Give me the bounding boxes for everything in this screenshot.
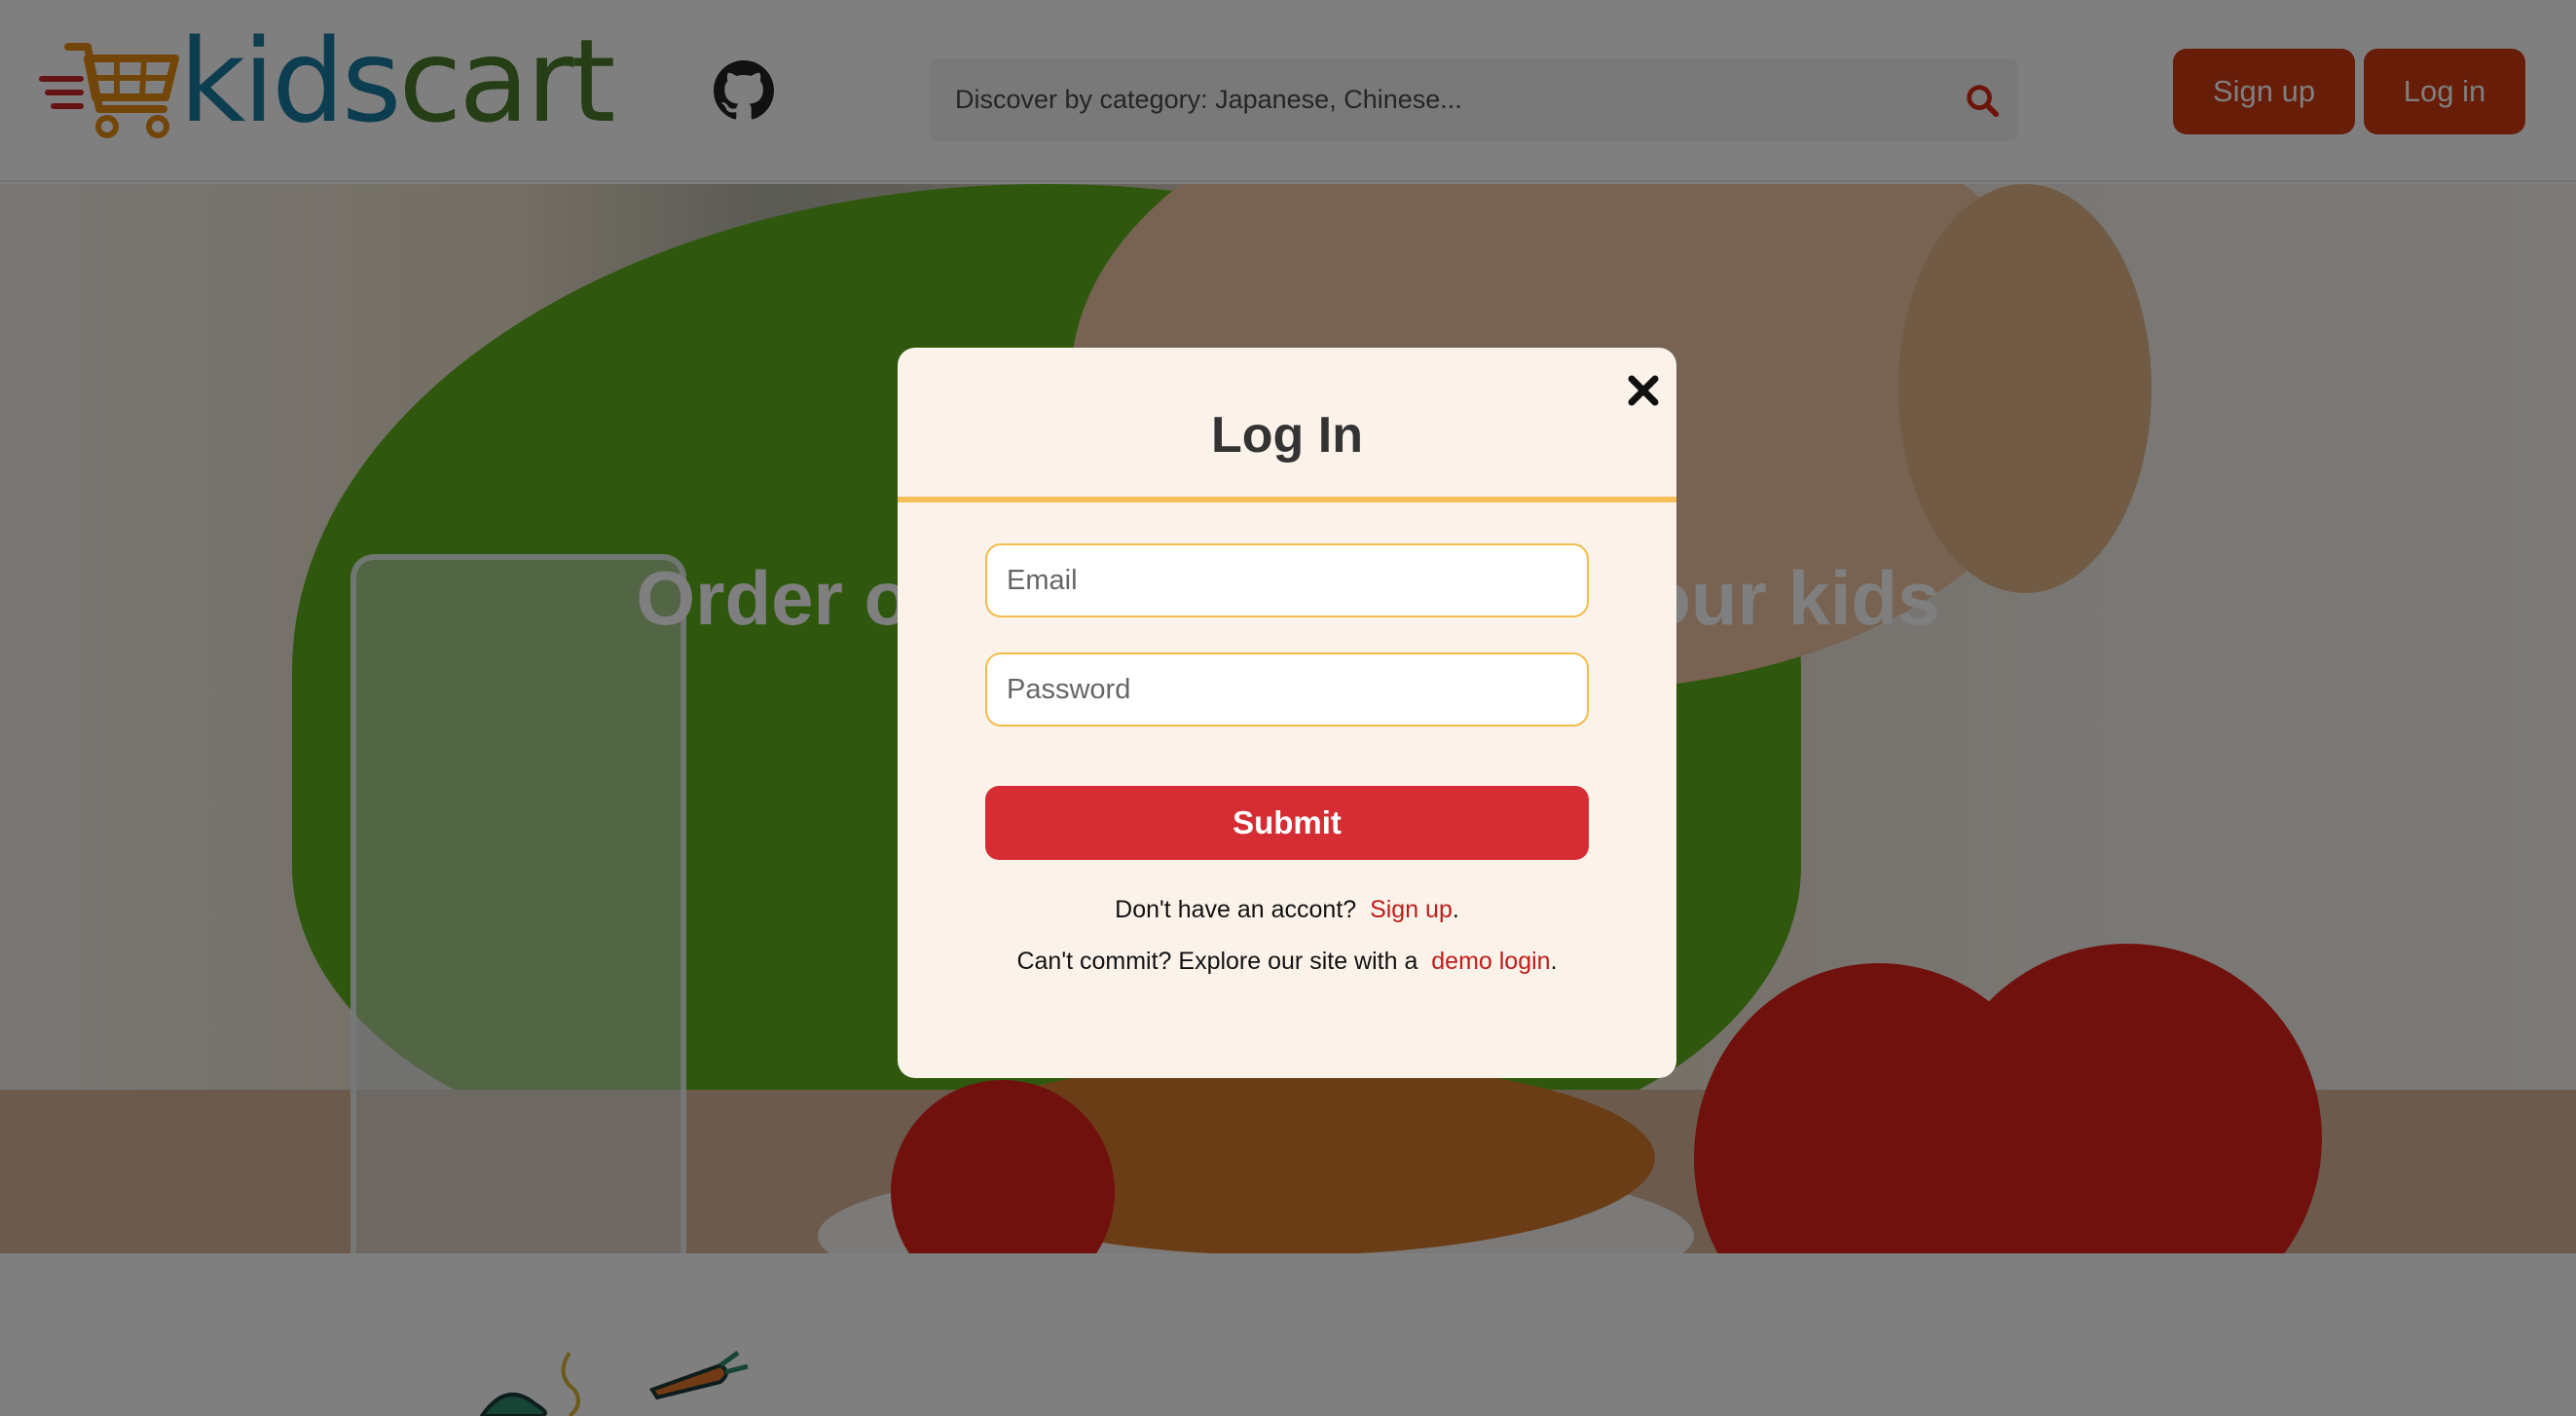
demo-prompt: Can't commit? Explore our site with a de… (898, 948, 1676, 976)
close-icon[interactable] (1624, 371, 1663, 410)
signup-link[interactable]: Sign up (1370, 896, 1453, 923)
demo-login-link[interactable]: demo login (1431, 948, 1550, 975)
login-modal: Log In Submit Don't have an accont? Sign… (898, 348, 1676, 1078)
no-account-text: Don't have an accont? (1115, 896, 1357, 923)
modal-divider (898, 497, 1676, 503)
signup-prompt: Don't have an accont? Sign up. (898, 896, 1676, 924)
submit-button[interactable]: Submit (985, 786, 1589, 860)
period: . (1550, 948, 1558, 975)
period: . (1452, 896, 1459, 923)
modal-title: Log In (1211, 407, 1363, 464)
demo-text: Can't commit? Explore our site with a (1016, 948, 1418, 975)
email-field[interactable] (985, 543, 1589, 617)
password-field[interactable] (985, 652, 1589, 727)
